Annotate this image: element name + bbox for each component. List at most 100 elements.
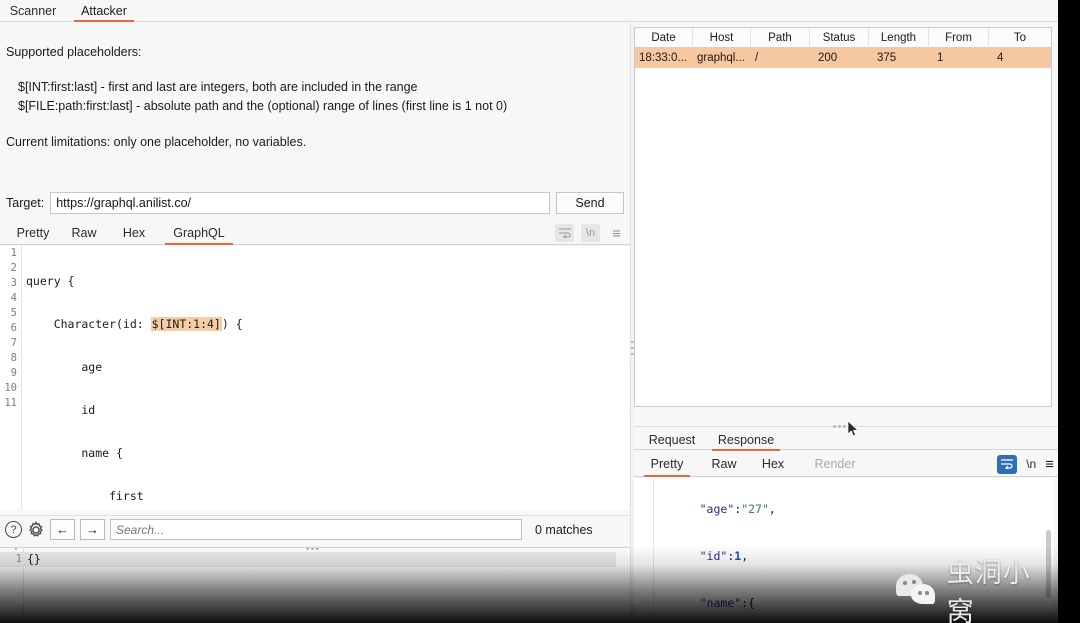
menu-icon-label: ≡ — [612, 225, 621, 241]
table-row[interactable]: 18:33:0... graphql... / 200 375 1 4 — [635, 48, 1051, 68]
help-icon[interactable]: ? — [5, 521, 22, 538]
line-number: 8 — [10, 352, 17, 364]
tab-request[interactable]: Request — [640, 428, 704, 451]
tab-response-hex[interactable]: Hex — [754, 451, 792, 477]
column-header-host[interactable]: Host — [693, 28, 751, 48]
horizontal-splitter-handle[interactable]: ••• — [299, 548, 327, 555]
newline-icon[interactable]: \n — [1026, 457, 1036, 471]
tab-response[interactable]: Response — [710, 428, 782, 451]
code-line: query { — [26, 274, 75, 288]
attacker-left-panel: Supported placeholders: $[INT:first:last… — [0, 23, 630, 623]
column-header-date[interactable]: Date — [635, 28, 693, 48]
tab-response-hex-label: Hex — [761, 457, 785, 471]
tab-request-label: Request — [648, 432, 696, 447]
column-header-path[interactable]: Path — [751, 28, 810, 48]
target-row: Target: Send — [6, 192, 624, 214]
tab-editor-hex-label: Hex — [122, 226, 146, 240]
application-window: Scanner Attacker Supported placeholders:… — [0, 0, 1058, 623]
line-number: 6 — [10, 322, 17, 334]
newline-icon[interactable]: \n — [581, 224, 600, 242]
json-line: "id":1, — [699, 548, 749, 563]
column-header-from[interactable]: From — [929, 28, 989, 48]
line-number: 3 — [10, 277, 17, 289]
line-number: 7 — [10, 337, 17, 349]
tab-response-pretty-label: Pretty — [650, 457, 684, 471]
line-number: 5 — [10, 307, 17, 319]
tab-response-render[interactable]: Render — [804, 451, 866, 477]
menu-icon[interactable]: ≡ — [1045, 456, 1054, 473]
arrow-left-icon: ← — [56, 522, 69, 537]
editor-toolbar: \n ≡ — [555, 223, 626, 243]
column-header-status[interactable]: Status — [810, 28, 869, 48]
search-prev-button[interactable]: ← — [50, 519, 75, 540]
tab-editor-raw[interactable]: Raw — [64, 221, 104, 245]
graphql-editor[interactable]: 1 2 3 4 5 6 7 8 9 10 11 query { Characte… — [0, 246, 630, 510]
json-line: "age":"27", — [699, 502, 776, 517]
variables-active-line — [0, 552, 616, 567]
line-number: 9 — [10, 367, 17, 379]
search-input[interactable] — [110, 519, 522, 540]
word-wrap-icon[interactable] — [555, 224, 574, 242]
editor-code[interactable]: query { Character(id: $[INT:1:4]) { age … — [26, 246, 630, 510]
placeholder-list: $[INT:first:last] - first and last are i… — [18, 78, 616, 116]
line-number: 2 — [10, 262, 17, 274]
response-json: "age":"27", "id":1, "name":{ "first":"Sp… — [658, 478, 942, 623]
code-line: Character(id: $[INT:1:4]) { — [26, 317, 243, 331]
tab-response-pretty[interactable]: Pretty — [642, 451, 692, 477]
column-header-length[interactable]: Length — [869, 28, 929, 48]
request-response-tabbar: ••• Request Response — [634, 420, 1058, 451]
json-line: "name":{ — [699, 595, 756, 610]
attacker-right-panel: Date Host Path Status Length From To 18:… — [634, 23, 1058, 623]
cell-status: 200 — [818, 52, 838, 64]
code-line: name { — [26, 446, 123, 460]
cell-host: graphql... — [697, 52, 745, 64]
target-input[interactable] — [50, 192, 550, 214]
search-next-button[interactable]: → — [80, 519, 105, 540]
line-number: 10 — [4, 382, 17, 394]
mouse-cursor-icon — [847, 420, 859, 437]
cell-date: 18:33:0... — [639, 52, 687, 64]
tab-scanner-label: Scanner — [9, 4, 57, 18]
word-wrap-icon[interactable] — [997, 454, 1018, 474]
menu-icon[interactable]: ≡ — [607, 224, 626, 242]
tab-editor-graphql[interactable]: GraphQL — [163, 221, 235, 245]
response-gutter — [634, 478, 654, 623]
variables-line-number: 1 — [15, 553, 22, 565]
line-number: 11 — [4, 397, 17, 409]
code-line: id — [26, 403, 96, 417]
send-button[interactable]: Send — [556, 192, 624, 214]
column-header-to[interactable]: To — [989, 28, 1051, 48]
editor-line-numbers: 1 2 3 4 5 6 7 8 9 10 11 — [0, 246, 22, 510]
tab-response-label: Response — [717, 432, 775, 447]
variables-panel[interactable]: ^ v ••• 1 {} — [0, 547, 630, 623]
tab-response-raw-label: Raw — [711, 457, 737, 471]
placeholder-token[interactable]: $[INT:1:4] — [150, 317, 222, 331]
placeholder-int-line: $[INT:first:last] - first and last are i… — [18, 80, 418, 94]
response-body[interactable]: "age":"27", "id":1, "name":{ "first":"Sp… — [634, 478, 1054, 623]
tab-editor-hex[interactable]: Hex — [115, 221, 153, 245]
help-icon-label: ? — [10, 523, 17, 536]
target-label: Target: — [6, 196, 45, 210]
newline-icon-label: \n — [1026, 457, 1037, 471]
tab-response-raw[interactable]: Raw — [704, 451, 744, 477]
cell-from: 1 — [937, 52, 944, 64]
help-limitations: Current limitations: only one placeholde… — [6, 135, 307, 149]
variables-line-text: {} — [27, 552, 41, 566]
gear-icon[interactable] — [27, 520, 45, 539]
results-table[interactable]: Date Host Path Status Length From To 18:… — [634, 27, 1052, 407]
tab-attacker-label: Attacker — [81, 4, 127, 18]
right-black-bar — [1058, 0, 1080, 623]
code-line: age — [26, 360, 103, 374]
tab-response-render-label: Render — [814, 457, 856, 471]
tab-attacker[interactable]: Attacker — [70, 0, 138, 22]
newline-icon-label: \n — [585, 227, 596, 239]
cell-to: 4 — [997, 52, 1004, 64]
line-number: 4 — [10, 292, 17, 304]
help-text-block: Supported placeholders: $[INT:first:last… — [6, 43, 616, 165]
response-scrollbar[interactable] — [1046, 530, 1051, 598]
code-line: first — [26, 489, 144, 503]
menu-icon-label: ≡ — [1045, 455, 1054, 473]
tab-scanner[interactable]: Scanner — [2, 0, 64, 22]
tab-editor-pretty[interactable]: Pretty — [8, 221, 58, 245]
tab-editor-graphql-label: GraphQL — [173, 226, 225, 240]
